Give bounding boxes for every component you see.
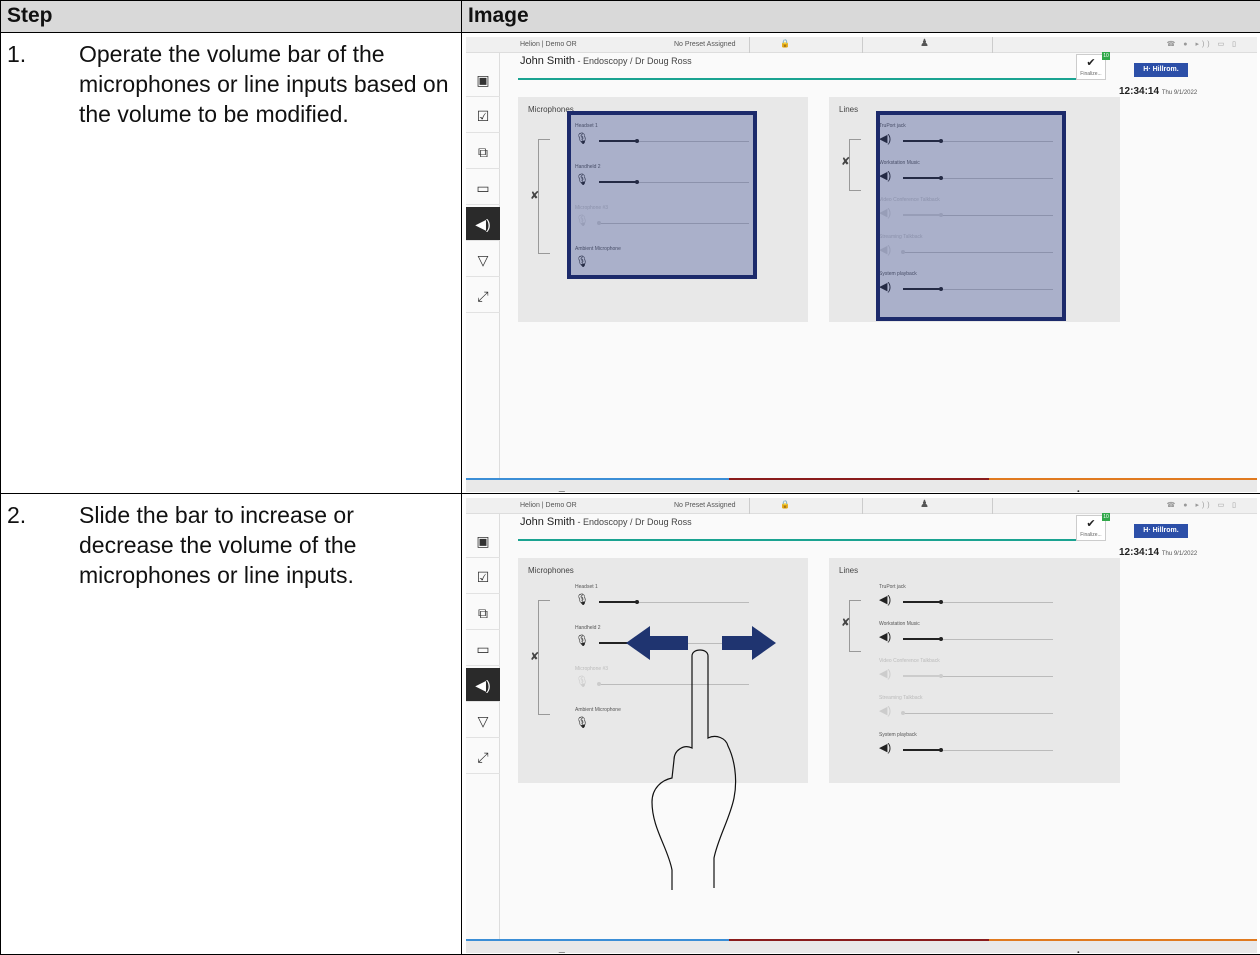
tab-icon: ♟ [1073, 488, 1084, 492]
header-image: Image [462, 1, 1260, 33]
arrow-left-icon [626, 626, 688, 660]
step-number: 2. [7, 500, 79, 590]
step-2-image: Helion | Demo ORNo Preset Assigned🔒♟☎ ● … [462, 494, 1260, 955]
display-icon: ▭ [476, 180, 489, 196]
tab-accent [466, 478, 729, 480]
audio-settings-screenshot: Helion | Demo OR No Preset Assigned 🔒 ♟ ☎ ● … [466, 37, 1257, 492]
patient-header: John Smith - Endoscopy / Dr Doug Ross [520, 55, 692, 67]
fullscreen-icon: ⤢ [477, 288, 488, 304]
lock-icon[interactable]: 🔒 [780, 39, 790, 48]
sidebar-button-surgical-light[interactable]: ▽ [466, 243, 500, 277]
mute-group-icon[interactable]: ✘ [530, 189, 539, 202]
user-figure-icon[interactable]: ♟ [920, 38, 929, 49]
swipe-gesture [466, 498, 1257, 953]
clock-time: 12:34:14 [1119, 86, 1162, 97]
mute-group-icon[interactable]: ✘ [841, 155, 850, 168]
patient-name: John Smith [520, 55, 575, 67]
step-2-cell: 2. Slide the bar to increase or decrease… [1, 494, 462, 955]
location-label: Helion | Demo OR [520, 41, 577, 48]
finalize-label: Finalize... [1077, 71, 1105, 77]
procedure-label: - Endoscopy / Dr Doug Ross [575, 56, 692, 66]
tab-accent [729, 478, 989, 480]
clock-date: Thu 9/1/2022 [1162, 90, 1197, 96]
sidebar-button-patient[interactable]: ▣ [466, 63, 500, 97]
group-bracket [538, 139, 550, 254]
hand-icon [652, 650, 736, 890]
tab-recording[interactable]: ◙RECORDING [729, 478, 989, 492]
audio-icon: ◀) [475, 216, 490, 232]
checklist-icon: ☑ [477, 108, 490, 124]
step-1-image: Helion | Demo OR No Preset Assigned 🔒 ♟ ☎ ● … [462, 33, 1260, 494]
finalize-badge: 10 [1102, 52, 1110, 60]
sidebar-button-fullscreen[interactable]: ⤢ [466, 279, 500, 313]
sidebar-button-display[interactable]: ▭ [466, 171, 500, 205]
finalize-button[interactable]: ✔Finalize...10 [1076, 54, 1106, 80]
step-text: Operate the volume bar of the microphone… [79, 39, 453, 129]
status-divider [992, 37, 993, 53]
tab-accent [989, 478, 1257, 480]
tab-icon: ◙ [828, 488, 835, 492]
status-bar: Helion | Demo OR No Preset Assigned 🔒 ♟ ☎ ● … [466, 37, 1257, 53]
surgical-light-icon: ▽ [478, 252, 489, 268]
hillrom-logo: H· Hillrom. [1134, 63, 1188, 77]
status-icons: ☎ ● ▸)) ▭ ▯ [1167, 40, 1239, 48]
step-number: 1. [7, 39, 79, 129]
status-divider [862, 37, 863, 53]
lines-highlight [876, 111, 1066, 321]
status-divider [749, 37, 750, 53]
sidebar-button-audio[interactable]: ◀) [466, 207, 500, 241]
microphones-highlight [567, 111, 757, 279]
sidebar-button-checklist[interactable]: ☑ [466, 99, 500, 133]
sidebar: ▣ ☑ ⧉ ▭ ◀) ▽ ⤢ [466, 53, 500, 478]
step-1-cell: 1. Operate the volume bar of the microph… [1, 33, 462, 494]
step-text: Slide the bar to increase or decrease th… [79, 500, 453, 590]
tab-video-conference[interactable]: ♟VIDEO CONFERENCE [989, 478, 1257, 492]
header-divider [518, 78, 1082, 80]
panel-title: Lines [839, 105, 858, 114]
layout-icon: ⧉ [478, 144, 488, 160]
header-step: Step [1, 1, 462, 33]
bottom-tab-bar: ⧉VIDEO ROUTING◙RECORDING♟VIDEO CONFERENC… [466, 478, 1257, 492]
procedure-table: Step Image 1. Operate the volume bar of … [0, 0, 1260, 955]
tab-icon: ⧉ [558, 488, 567, 492]
clock: 12:34:14 Thu 9/1/2022 [1119, 86, 1197, 97]
group-bracket [849, 139, 861, 191]
preset-label: No Preset Assigned [674, 41, 735, 48]
audio-settings-screenshot: Helion | Demo ORNo Preset Assigned🔒♟☎ ● … [466, 498, 1257, 953]
arrow-right-icon [722, 626, 776, 660]
finalize-icon: ✔ [1077, 55, 1105, 71]
sidebar-button-layout[interactable]: ⧉ [466, 135, 500, 169]
tab-video-routing[interactable]: ⧉VIDEO ROUTING [466, 478, 729, 492]
patient-icon: ▣ [476, 72, 489, 88]
